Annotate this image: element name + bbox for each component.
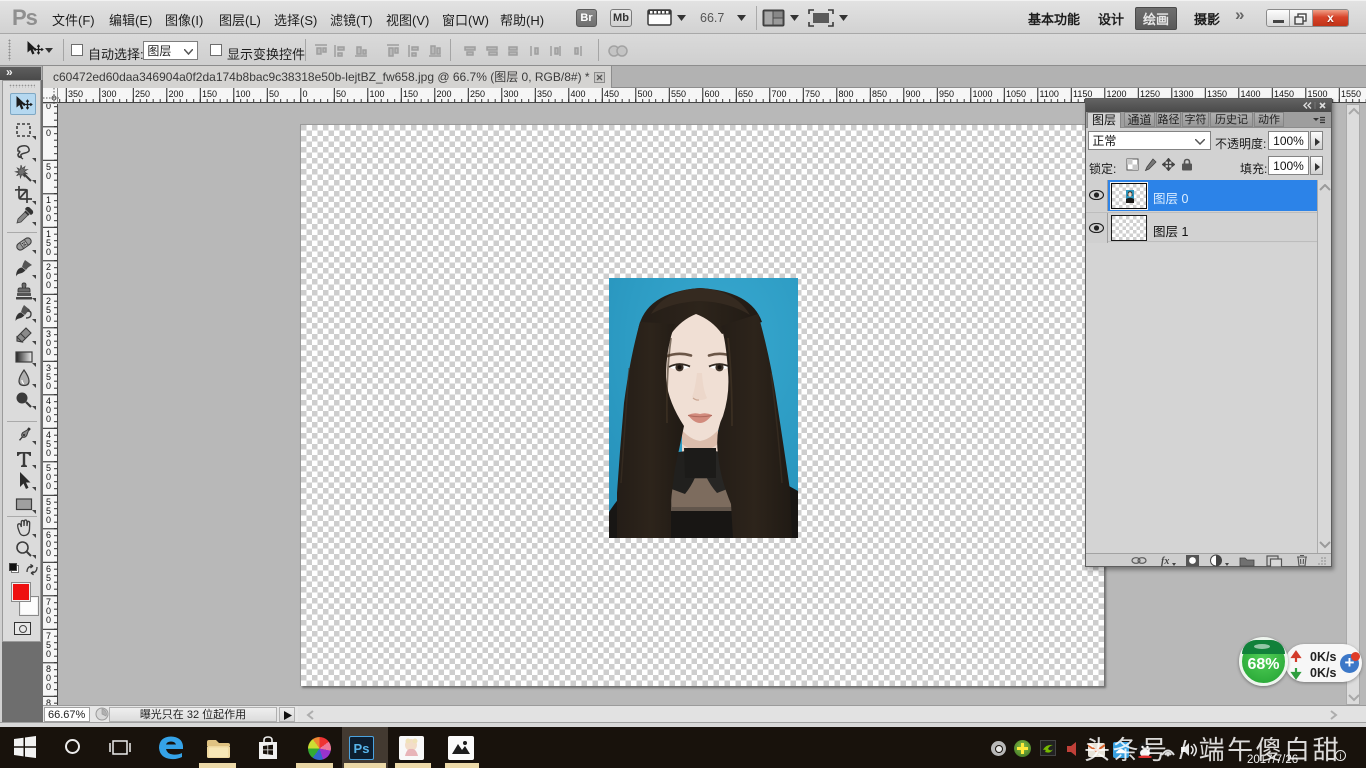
svg-text:fx: fx bbox=[1161, 556, 1169, 567]
